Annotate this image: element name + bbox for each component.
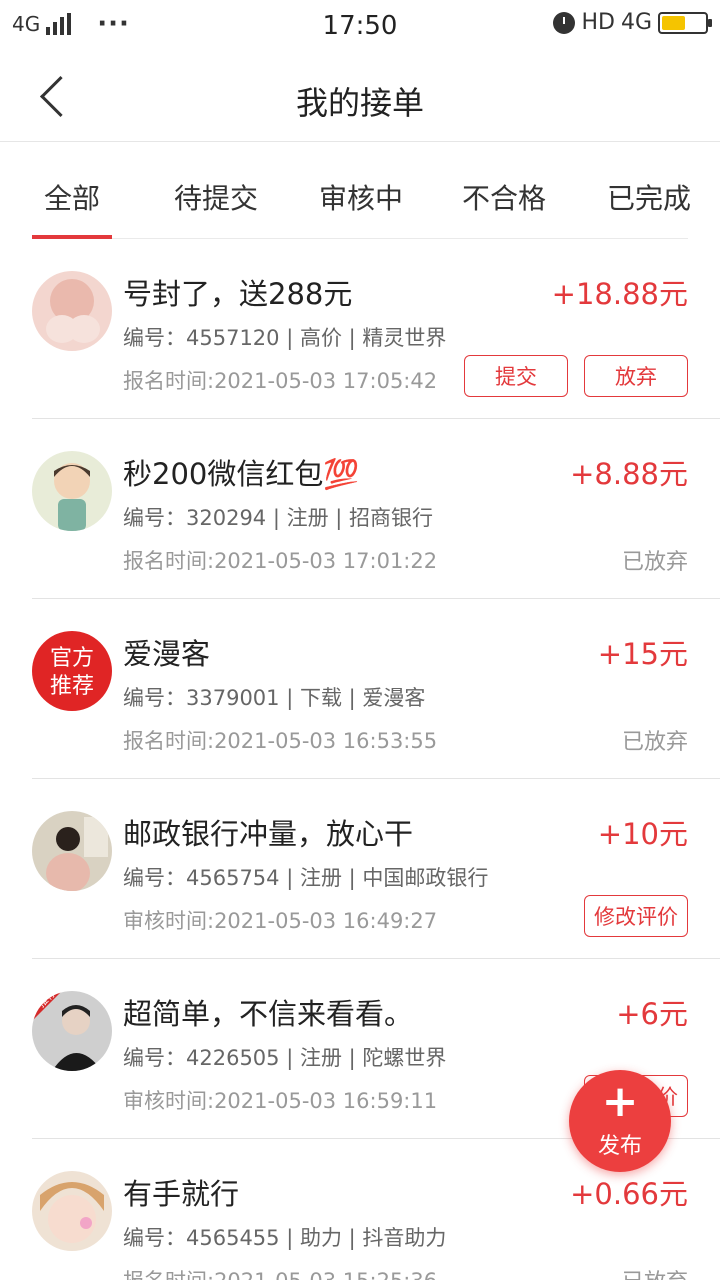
tab-all[interactable]: 全部 [31,177,113,239]
status-label: 已放弃 [621,550,688,575]
status-label: 已放弃 [621,730,688,755]
network-type-right: 4G [620,10,652,35]
order-meta: 编号：3379001 | 下载 | 爱漫客 [123,686,426,710]
app-header: 我的接单 [0,52,720,142]
avatar: 官方 推荐 [32,631,112,711]
order-title: 超简单，不信来看看。 [123,997,414,1031]
avatar-text-official: 官方 [50,646,94,671]
order-item[interactable]: 邮政银行冲量，放心干 +10元 编号：4565754 | 注册 | 中国邮政银行… [32,779,720,959]
abandon-button[interactable]: 放弃 [584,355,688,397]
chevron-left-icon[interactable] [30,72,80,122]
order-title: 秒200微信红包💯 [123,457,360,491]
hd-indicator: HD [581,10,615,35]
alarm-icon [553,11,576,34]
order-item[interactable]: 号封了，送288元 +18.88元 编号：4557120 | 高价 | 精灵世界… [32,239,720,419]
avatar [32,451,112,531]
order-meta: 编号：4565754 | 注册 | 中国邮政银行 [123,866,489,890]
order-meta: 编号：4565455 | 助力 | 抖音助力 [123,1226,447,1250]
order-meta: 编号：4557120 | 高价 | 精灵世界 [123,326,447,350]
order-time: 报名时间:2021-05-03 17:05:42 [123,369,438,393]
tab-pending-submit[interactable]: 待提交 [174,177,258,217]
status-label: 已放弃 [622,1264,688,1280]
order-meta: 编号：4226505 | 注册 | 陀螺世界 [123,1046,447,1070]
avatar-text-recommend: 推荐 [50,674,94,699]
order-item[interactable]: 秒200微信红包💯 +8.88元 编号：320294 | 注册 | 招商银行 报… [32,419,720,599]
order-time: 报名时间:2021-05-03 17:01:22 [123,549,438,573]
order-title: 号封了，送288元 [123,277,353,311]
tab-bar: 全部 待提交 审核中 不合格 已完成 [31,143,691,239]
order-reward: +8.88元 [570,457,688,491]
order-time: 审核时间:2021-05-03 16:49:27 [123,909,438,933]
tab-under-review[interactable]: 审核中 [319,177,403,217]
order-meta: 编号：320294 | 注册 | 招商银行 [123,506,434,530]
order-time: 报名时间:2021-05-03 15:25:36 [123,1265,437,1280]
order-reward: +0.66元 [570,1177,688,1211]
battery-level [662,15,686,30]
avatar [32,1171,112,1251]
publish-label: 发布 [597,1134,642,1159]
order-title: 有手就行 [123,1177,240,1211]
page-title: 我的接单 [295,84,424,122]
tab-completed[interactable]: 已完成 [607,177,691,217]
order-title: 爱漫客 [123,637,211,671]
avatar [32,811,112,891]
order-reward: +15元 [597,637,688,671]
edit-review-button[interactable]: 修改评价 [584,895,688,937]
order-time: 审核时间:2021-05-03 16:59:11 [123,1089,438,1113]
publish-fab[interactable]: + 发布 [569,1070,671,1172]
status-bar: 4G ··· 17:50 HD 4G [0,0,720,52]
order-reward: +6元 [616,997,688,1031]
battery-icon [658,11,712,34]
order-title: 邮政银行冲量，放心干 [123,817,414,851]
plus-icon: + [601,1076,639,1127]
status-right: HD 4G [553,10,712,35]
avatar: 推荐 [32,991,112,1071]
order-time: 报名时间:2021-05-03 16:53:55 [123,729,438,753]
avatar [32,271,112,351]
tab-unqualified[interactable]: 不合格 [462,177,546,217]
submit-button[interactable]: 提交 [464,355,568,397]
order-item[interactable]: 官方 推荐 爱漫客 +15元 编号：3379001 | 下载 | 爱漫客 报名时… [32,599,720,779]
order-reward: +18.88元 [551,277,688,311]
order-reward: +10元 [597,817,688,851]
